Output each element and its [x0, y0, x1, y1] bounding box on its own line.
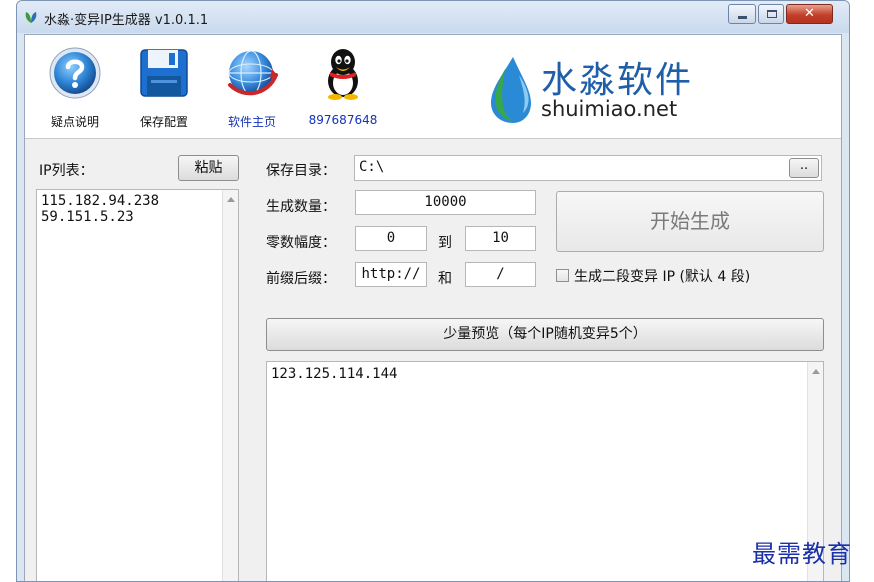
toolbar-homepage-label: 软件主页	[227, 115, 276, 129]
maximize-button[interactable]	[758, 4, 784, 24]
count-input[interactable]: 10000	[355, 190, 536, 215]
range-to-input[interactable]: 10	[465, 226, 536, 251]
app-icon	[25, 12, 37, 23]
toolbar-qq-label: 897687648	[308, 113, 378, 127]
save-dir-label: 保存目录：	[266, 163, 336, 179]
count-label: 生成数量：	[266, 199, 336, 215]
scroll-up-arrow-icon[interactable]	[812, 369, 820, 374]
logo-english-text: shuimiao.net	[541, 97, 678, 121]
range-from-input[interactable]: 0	[355, 226, 427, 251]
ip-list-line: 59.151.5.23	[41, 209, 134, 225]
toolbar-help-button[interactable]: 疑点说明	[39, 43, 111, 133]
two-segment-checkbox-label[interactable]: 生成二段变异 IP (默认 4 段)	[574, 266, 750, 286]
brand-logo: 水淼软件 shuimiao.net	[483, 47, 713, 127]
window-title: 水淼·变异IP生成器 v1.0.1.1	[44, 13, 209, 28]
close-button[interactable]: ✕	[786, 4, 833, 24]
preview-output-textarea[interactable]: 123.125.114.144	[266, 361, 824, 581]
toolbar-save-config-button[interactable]: 保存配置	[128, 43, 200, 133]
and-label: 和	[438, 271, 452, 287]
minimize-icon	[738, 16, 747, 19]
browse-button[interactable]: ..	[789, 158, 819, 178]
watermark-text: 最需教育	[752, 540, 852, 568]
ip-list-textarea[interactable]: 115.182.94.238 59.151.5.23	[36, 189, 239, 581]
ip-list-label: IP列表：	[39, 163, 94, 179]
qq-penguin-icon	[328, 49, 358, 100]
toolbar-qq-contact[interactable]: 897687648	[307, 43, 379, 133]
help-icon	[49, 47, 101, 99]
globe-icon	[228, 50, 278, 96]
two-segment-checkbox[interactable]	[556, 269, 569, 282]
start-generate-button[interactable]: 开始生成	[556, 191, 824, 252]
range-to-label: 到	[438, 235, 452, 251]
title-bar[interactable]: 水淼·变异IP生成器 v1.0.1.1 ✕	[17, 1, 849, 33]
preview-line: 123.125.114.144	[271, 366, 398, 382]
toolbar-save-config-label: 保存配置	[139, 115, 188, 129]
toolbar: 疑点说明 保存配置 软件主页 897687648 水淼软件 shuimiao.n…	[25, 35, 841, 139]
suffix-input[interactable]: /	[465, 262, 536, 287]
save-dir-input[interactable]: C:\	[354, 155, 822, 181]
prefix-suffix-label: 前缀后缀：	[266, 271, 336, 287]
app-window: 水淼·变异IP生成器 v1.0.1.1 ✕ 疑点说明 保存配置 软件主页 897…	[16, 0, 850, 582]
water-drop-icon	[491, 57, 531, 123]
toolbar-homepage-link[interactable]: 软件主页	[216, 43, 288, 133]
close-icon: ✕	[804, 6, 815, 21]
logo-chinese-text: 水淼软件	[541, 60, 694, 101]
maximize-icon	[767, 10, 777, 18]
scroll-up-arrow-icon[interactable]	[227, 197, 235, 202]
ip-list-line: 115.182.94.238	[41, 193, 160, 209]
prefix-input[interactable]: http://	[355, 262, 427, 287]
paste-button[interactable]: 粘贴	[178, 155, 239, 181]
save-icon	[140, 49, 188, 97]
minimize-button[interactable]	[728, 4, 756, 24]
client-area: 疑点说明 保存配置 软件主页 897687648 水淼软件 shuimiao.n…	[24, 34, 842, 581]
ip-list-scrollbar[interactable]	[222, 190, 238, 581]
preview-button[interactable]: 少量预览（每个IP随机变异5个）	[266, 318, 824, 351]
toolbar-help-label: 疑点说明	[50, 115, 99, 129]
range-label: 零数幅度：	[266, 235, 336, 251]
